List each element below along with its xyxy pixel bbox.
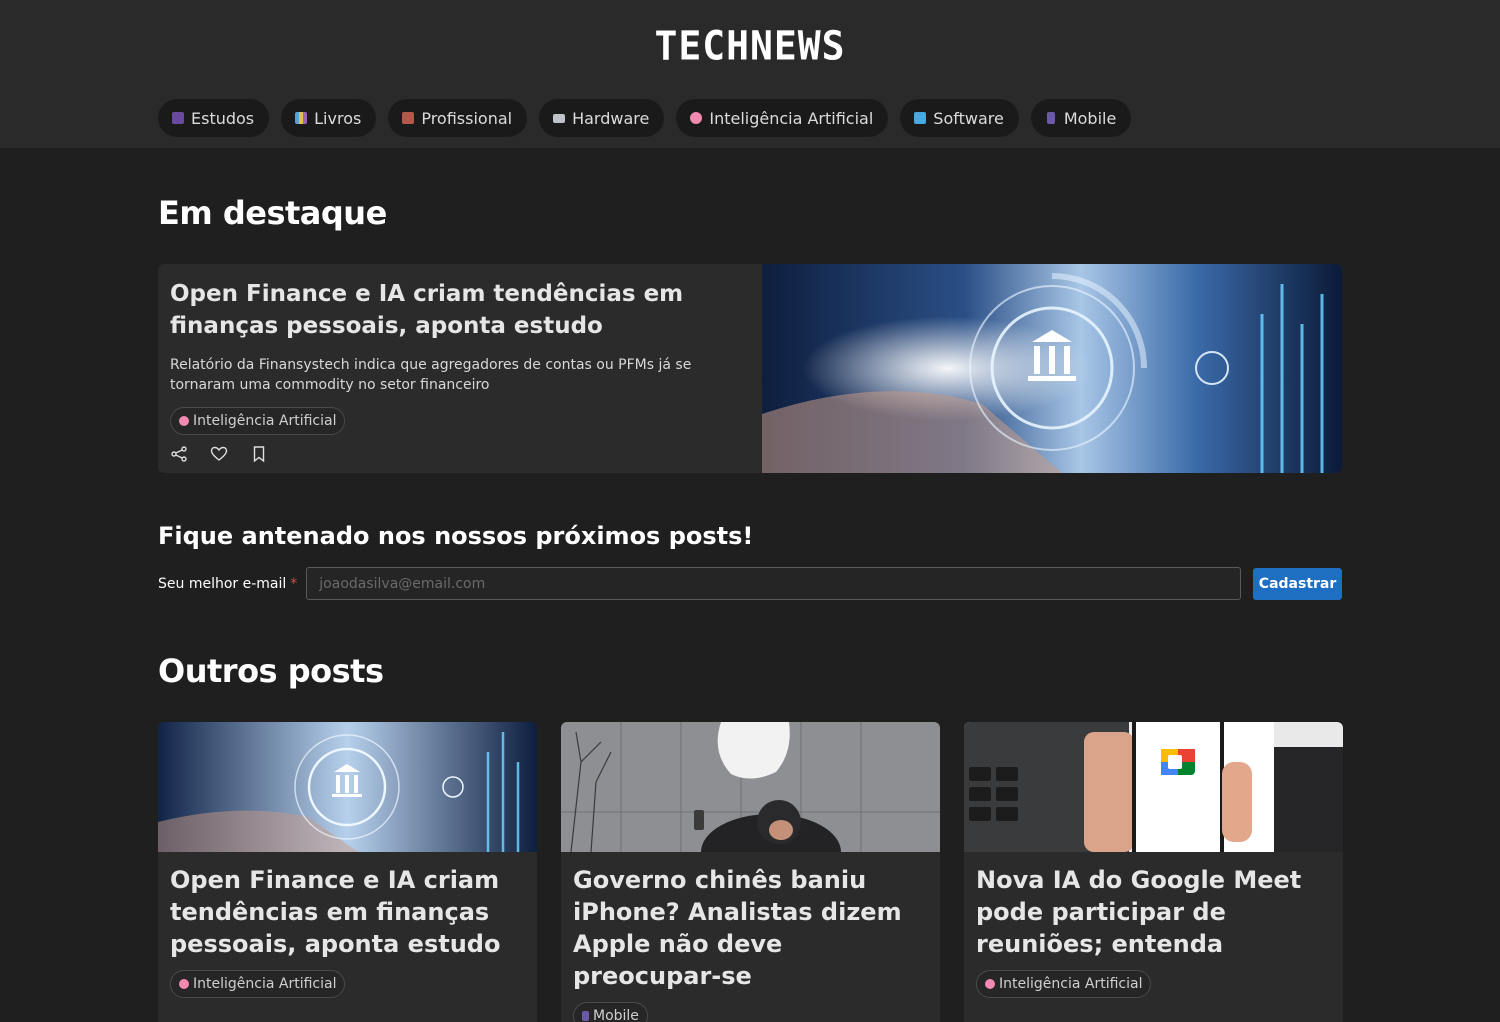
post-thumbnail[interactable] (158, 722, 537, 852)
tag-label: Mobile (593, 1008, 639, 1022)
featured-post-description: Relatório da Finansystech indica que agr… (170, 357, 692, 393)
required-mark: * (290, 575, 298, 592)
category-software[interactable]: Software (900, 99, 1019, 137)
category-label: Software (933, 108, 1004, 128)
featured-post-tag[interactable]: Inteligência Artificial (170, 407, 346, 435)
post-card[interactable]: Governo chinês baniu iPhone? Analistas d… (561, 722, 940, 1022)
post-tag[interactable]: Mobile (573, 1002, 648, 1022)
post-card[interactable]: Nova IA do Google Meet pode participar d… (964, 722, 1343, 1022)
category-label: Profissional (421, 108, 513, 128)
category-estudos[interactable]: Estudos (158, 99, 270, 137)
newsletter-form: Seu melhor e-mail* Cadastrar (158, 567, 1342, 600)
post-thumbnail[interactable] (561, 722, 940, 852)
tag-label: Inteligência Artificial (193, 413, 337, 429)
category-nav: Estudos Livros Profissional Hardware Int… (158, 99, 1132, 137)
email-label: Seu melhor e-mail * (158, 576, 297, 592)
other-posts-list: Open Finance e IA criam tendências em fi… (158, 722, 1343, 1022)
heart-icon[interactable] (210, 445, 228, 463)
mobile-phone-icon (1046, 112, 1055, 124)
email-label-text: Seu melhor e-mail (158, 575, 287, 592)
featured-post-card[interactable]: Open Finance e IA criam tendências em fi… (158, 264, 1342, 473)
graduation-cap-icon (172, 112, 184, 124)
featured-post-title[interactable]: Open Finance e IA criam tendências em fi… (170, 278, 750, 342)
post-tag[interactable]: Inteligência Artificial (976, 970, 1152, 998)
bookmark-icon[interactable] (250, 445, 268, 463)
post-thumbnail[interactable] (964, 722, 1343, 852)
tag-label: Inteligência Artificial (999, 976, 1143, 992)
post-tag[interactable]: Inteligência Artificial (170, 970, 346, 998)
books-icon (295, 112, 308, 124)
post-title[interactable]: Open Finance e IA criam tendências em fi… (158, 852, 537, 960)
featured-post-image[interactable] (762, 264, 1342, 473)
category-hardware[interactable]: Hardware (539, 99, 665, 137)
category-inteligencia-artificial[interactable]: Inteligência Artificial (676, 99, 889, 137)
briefcase-icon (402, 112, 415, 124)
subscribe-button[interactable]: Cadastrar (1253, 567, 1342, 600)
post-card[interactable]: Open Finance e IA criam tendências em fi… (158, 722, 537, 1022)
post-title[interactable]: Nova IA do Google Meet pode participar d… (964, 852, 1343, 960)
category-label: Inteligência Artificial (709, 108, 874, 128)
category-label: Mobile (1063, 108, 1117, 128)
share-icon[interactable] (170, 445, 188, 463)
brain-icon (179, 416, 189, 426)
category-label: Hardware (572, 108, 650, 128)
email-field[interactable] (306, 567, 1242, 600)
category-label: Estudos (191, 108, 255, 128)
other-posts-heading: Outros posts (158, 652, 384, 690)
category-mobile[interactable]: Mobile (1030, 99, 1132, 137)
site-header: TECHNEWS Estudos Livros Profissional Har… (0, 0, 1500, 148)
featured-post-content: Open Finance e IA criam tendências em fi… (170, 278, 750, 463)
brain-icon (985, 979, 995, 989)
keyboard-icon (553, 113, 566, 123)
brain-icon (690, 112, 703, 124)
category-livros[interactable]: Livros (281, 99, 377, 137)
site-logo[interactable]: TECHNEWS (0, 23, 1500, 69)
newsletter-heading: Fique antenado nos nossos próximos posts… (158, 522, 754, 550)
laptop-icon (914, 112, 927, 124)
category-label: Livros (314, 108, 362, 128)
category-profissional[interactable]: Profissional (388, 99, 528, 137)
tag-label: Inteligência Artificial (193, 976, 337, 992)
brain-icon (179, 979, 189, 989)
newsletter-section: Fique antenado nos nossos próximos posts… (158, 522, 1342, 600)
featured-heading: Em destaque (158, 194, 387, 232)
post-actions (170, 445, 750, 463)
post-title[interactable]: Governo chinês baniu iPhone? Analistas d… (561, 852, 940, 992)
mobile-phone-icon (582, 1011, 589, 1021)
